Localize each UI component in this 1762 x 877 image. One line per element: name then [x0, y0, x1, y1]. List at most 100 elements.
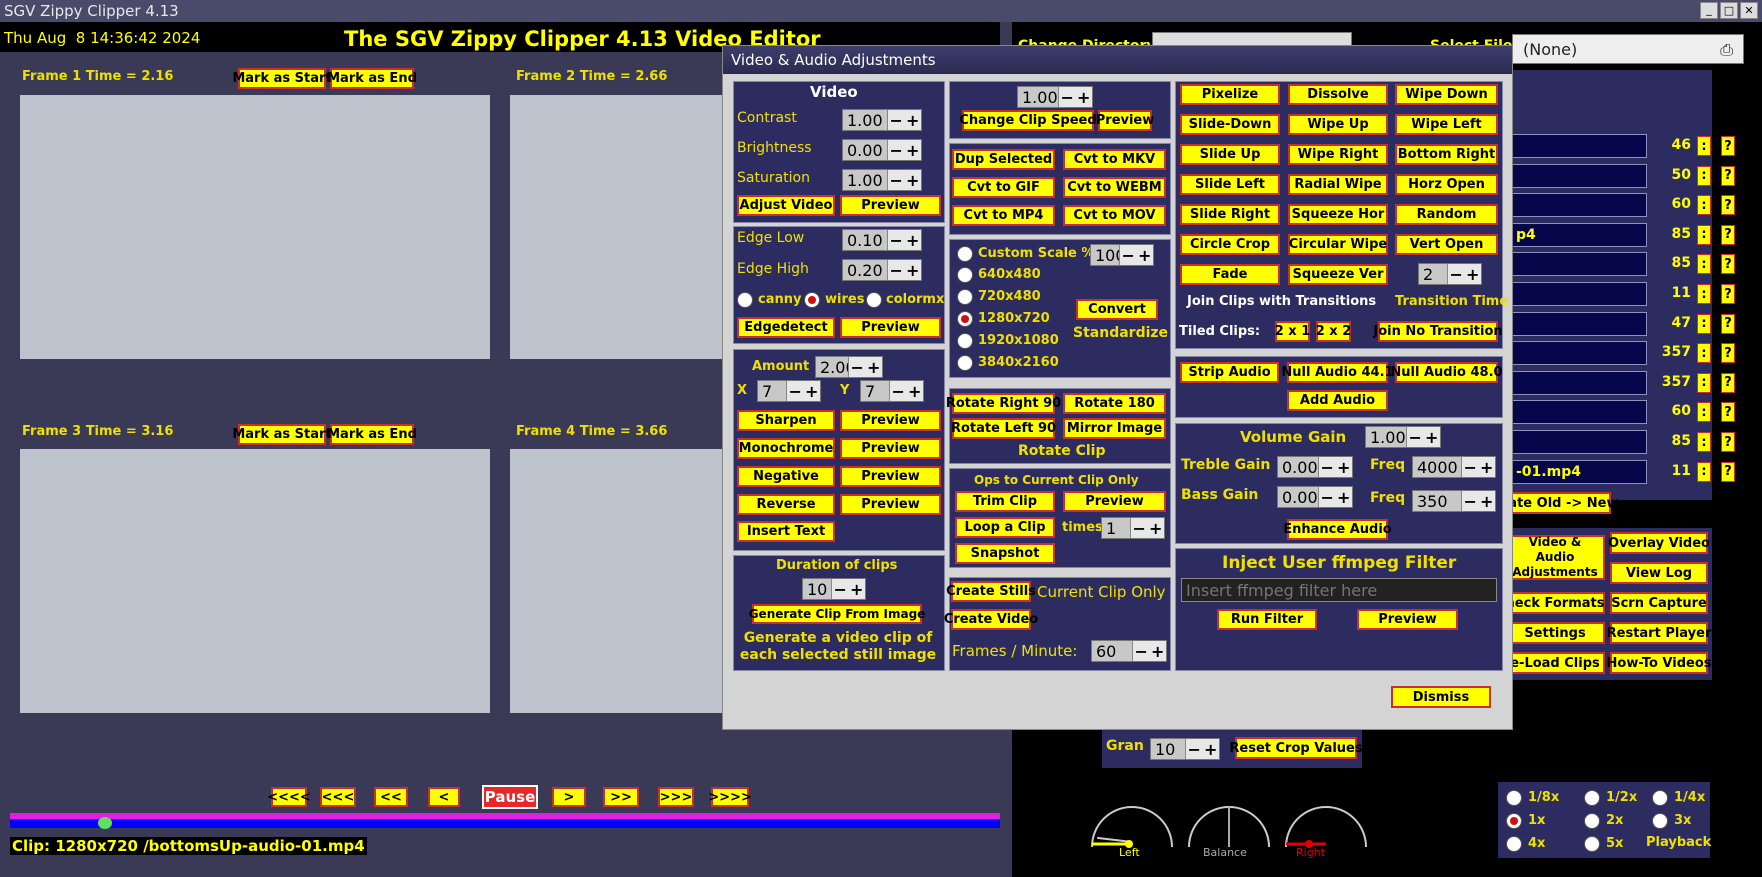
frame1-mark-end[interactable]: Mark as End	[327, 68, 417, 89]
scale-radio[interactable]	[957, 311, 973, 327]
file-options-button[interactable]: :	[1697, 254, 1711, 275]
reload-clips-button[interactable]: e-Load Clips	[1505, 652, 1605, 674]
wires-radio[interactable]	[804, 292, 820, 308]
minimize-icon[interactable]: _	[1700, 2, 1718, 19]
file-list-item[interactable]	[1512, 193, 1647, 218]
transition-button[interactable]: Wipe Left	[1395, 114, 1498, 135]
transition-button[interactable]: Random	[1395, 204, 1498, 225]
increment-icon[interactable]: +	[1077, 88, 1090, 107]
effect-button[interactable]: Monochrome	[737, 438, 835, 459]
speed-spinner[interactable]: 1.00− +	[1017, 86, 1093, 108]
scale-radio[interactable]	[957, 333, 973, 349]
file-options-button[interactable]: :	[1697, 195, 1711, 216]
bass-spinner[interactable]: 0.00− +	[1277, 486, 1353, 508]
frame3-image[interactable]	[20, 449, 490, 713]
frame3-mark-start[interactable]: Mark as Start	[232, 424, 332, 445]
edge-preview-button[interactable]: Preview	[840, 317, 941, 338]
transport-button[interactable]: <<<<	[267, 787, 311, 807]
decrement-icon[interactable]: −	[890, 261, 903, 280]
file-options-button[interactable]: :	[1697, 461, 1711, 482]
add-audio-button[interactable]: Add Audio	[1287, 390, 1388, 411]
playback-radio[interactable]	[1506, 813, 1522, 829]
create-stills-button[interactable]: Create Stills	[946, 581, 1036, 602]
increment-icon[interactable]: +	[1337, 458, 1350, 477]
file-help-button[interactable]: ?	[1721, 343, 1735, 364]
file-options-button[interactable]: :	[1697, 313, 1711, 334]
dialog-titlebar[interactable]: Video & Audio Adjustments	[723, 46, 1512, 74]
transport-button[interactable]: >	[552, 787, 586, 807]
transition-button[interactable]: Bottom Right	[1395, 144, 1498, 165]
transport-button[interactable]: <<	[374, 787, 408, 807]
file-help-button[interactable]: ?	[1721, 224, 1735, 245]
convert-format-button[interactable]: Cvt to GIF	[952, 177, 1055, 198]
rotate-right-button[interactable]: Rotate Right 90	[946, 393, 1061, 414]
times-spinner[interactable]: 1− +	[1101, 517, 1165, 539]
effect-preview-button[interactable]: Preview	[840, 438, 941, 459]
frame1-image[interactable]	[20, 95, 490, 359]
decrement-icon[interactable]: −	[1133, 519, 1146, 538]
date-old-new-button[interactable]: Date Old -> New	[1498, 492, 1619, 514]
speed-preview-button[interactable]: Preview	[1096, 110, 1154, 131]
playback-radio[interactable]	[1584, 813, 1600, 829]
increment-icon[interactable]: +	[908, 382, 921, 401]
change-speed-button[interactable]: Change Clip Speed	[959, 110, 1097, 131]
playback-radio[interactable]	[1652, 813, 1668, 829]
increment-icon[interactable]: +	[906, 261, 919, 280]
file-options-button[interactable]: :	[1697, 136, 1711, 156]
effect-button[interactable]: Reverse	[737, 494, 835, 515]
fpm-spinner[interactable]: 60− +	[1091, 640, 1167, 662]
x-spinner[interactable]: 7− +	[757, 380, 821, 402]
adjust-preview-button[interactable]: Preview	[840, 195, 941, 216]
run-filter-button[interactable]: Run Filter	[1217, 609, 1317, 630]
playback-radio[interactable]	[1584, 836, 1600, 852]
rotate-left-button[interactable]: Rotate Left 90	[951, 418, 1056, 439]
playback-radio[interactable]	[1652, 790, 1668, 806]
transition-button[interactable]: Wipe Up	[1288, 114, 1388, 135]
transition-button[interactable]: Circle Crop	[1180, 234, 1280, 255]
transport-button[interactable]: >>>>	[708, 787, 752, 807]
brightness-spinner[interactable]: 0.00− +	[842, 139, 922, 161]
decrement-icon[interactable]: −	[1464, 458, 1477, 477]
transition-button[interactable]: Slide Right	[1180, 204, 1280, 225]
effect-preview-button[interactable]: Preview	[840, 466, 941, 487]
file-help-button[interactable]: ?	[1721, 313, 1735, 334]
saturation-spinner[interactable]: 1.00− +	[842, 169, 922, 191]
generate-clip-button[interactable]: Generate Clip From Image	[749, 604, 925, 624]
file-options-button[interactable]: :	[1697, 165, 1711, 186]
increment-icon[interactable]: +	[1425, 428, 1438, 447]
create-video-button[interactable]: Create Video	[944, 609, 1038, 630]
edgedetect-button[interactable]: Edgedetect	[737, 317, 835, 338]
bass-freq-spinner[interactable]: 350− +	[1412, 490, 1496, 512]
effect-button[interactable]: Sharpen	[737, 410, 835, 431]
decrement-icon[interactable]: −	[1321, 488, 1334, 507]
file-help-button[interactable]: ?	[1721, 195, 1735, 216]
frame4-image[interactable]	[510, 449, 725, 713]
decrement-icon[interactable]: −	[890, 171, 903, 190]
custom-scale-spinner[interactable]: 100−+	[1090, 244, 1154, 266]
join-no-transition-button[interactable]: Join No Transition	[1373, 321, 1503, 342]
playback-radio[interactable]	[1584, 790, 1600, 806]
transition-button[interactable]: Dissolve	[1288, 84, 1388, 105]
treble-freq-spinner[interactable]: 4000− +	[1412, 456, 1496, 478]
strip-audio-button[interactable]: Strip Audio	[1180, 362, 1279, 383]
file-list-item[interactable]: p4	[1512, 222, 1647, 247]
file-options-button[interactable]: :	[1697, 432, 1711, 452]
file-list-item[interactable]	[1512, 341, 1647, 366]
file-help-button[interactable]: ?	[1721, 165, 1735, 186]
transition-button[interactable]: Slide Up	[1180, 144, 1280, 165]
file-list-item[interactable]	[1512, 134, 1647, 158]
restart-player-button[interactable]: Restart Player	[1607, 622, 1711, 644]
convert-format-button[interactable]: Cvt to MKV	[1063, 149, 1166, 170]
transition-button[interactable]: Slide Left	[1180, 174, 1280, 195]
frame3-mark-end[interactable]: Mark as End	[327, 424, 417, 445]
file-options-button[interactable]: :	[1697, 402, 1711, 423]
decrement-icon[interactable]: −	[1409, 428, 1422, 447]
file-options-button[interactable]: :	[1697, 372, 1711, 393]
file-options-button[interactable]: :	[1697, 224, 1711, 245]
transition-button[interactable]: Horz Open	[1395, 174, 1498, 195]
transition-button[interactable]: Slide-Down	[1180, 114, 1280, 135]
increment-icon[interactable]: +	[805, 382, 818, 401]
transport-button[interactable]: <<<	[320, 787, 356, 807]
overlay-video-button[interactable]: Overlay Video	[1608, 532, 1710, 554]
increment-icon[interactable]: +	[1149, 519, 1162, 538]
